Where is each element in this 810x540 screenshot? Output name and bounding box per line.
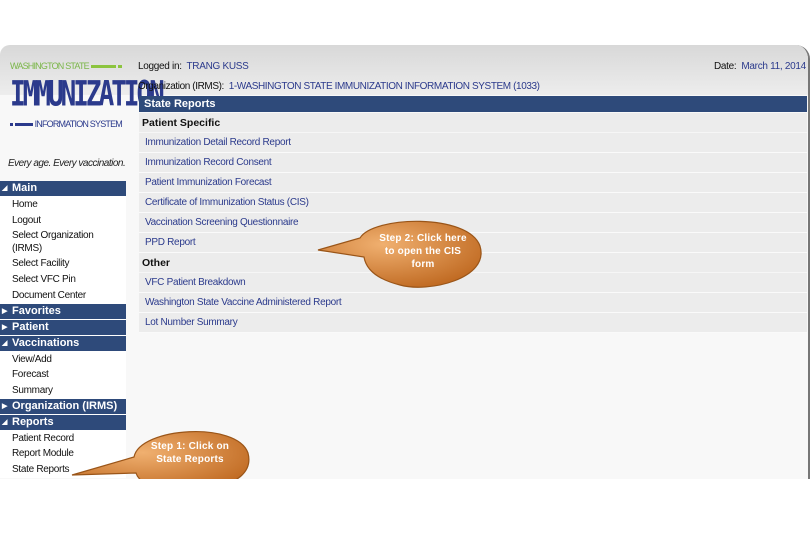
expanded-triangle-icon: ◢ — [2, 418, 8, 426]
sidebar-section-favorites[interactable]: ▶ Favorites — [0, 303, 126, 319]
collapsed-triangle-icon: ▶ — [2, 323, 8, 331]
tagline: Every age. Every vaccination. — [8, 158, 126, 169]
date-label: Date: — [714, 61, 737, 72]
expanded-triangle-icon: ◢ — [2, 339, 8, 347]
page-title: State Reports — [139, 96, 807, 112]
sidebar-item-select-vfc-pin[interactable]: Select VFC Pin — [0, 272, 126, 288]
step2-callout: Step 2: Click here to open the CIS form — [317, 220, 488, 291]
date-value: March 11, 2014 — [741, 61, 806, 72]
logged-in-info: Logged in: TRANG KUSS — [138, 61, 249, 72]
report-link-immunization-record-consent[interactable]: Immunization Record Consent — [139, 153, 807, 173]
sidebar-item-view-add[interactable]: View/Add — [0, 352, 126, 368]
sidebar-section-vaccinations[interactable]: ◢ Vaccinations — [0, 335, 126, 351]
sidebar-item-forecast[interactable]: Forecast — [0, 367, 126, 383]
sidebar-section-main[interactable]: ◢ Main — [0, 181, 126, 196]
report-link-certificate-of-immunization-status-cis[interactable]: Certificate of Immunization Status (CIS) — [139, 193, 807, 213]
sidebar-section-organization-irms[interactable]: ▶ Organization (IRMS) — [0, 398, 126, 414]
collapsed-triangle-icon: ▶ — [2, 307, 8, 315]
sidebar-item-summary[interactable]: Summary — [0, 383, 126, 399]
report-group-heading: Patient Specific — [139, 113, 807, 133]
sidebar-item-home[interactable]: Home — [0, 197, 126, 213]
report-link-immunization-detail-record-report[interactable]: Immunization Detail Record Report — [139, 133, 807, 153]
report-link-washington-state-vaccine-administered-report[interactable]: Washington State Vaccine Administered Re… — [139, 293, 807, 313]
sidebar-section-label: Vaccinations — [12, 336, 80, 349]
organization-info: Organization (IRMS): 1-WASHINGTON STATE … — [138, 81, 540, 92]
logo-top-text: WASHINGTON STATE — [10, 61, 90, 71]
sidebar-item-document-center[interactable]: Document Center — [0, 288, 126, 304]
step2-text: Step 2: Click here to open the CIS form — [379, 233, 467, 270]
logged-in-label: Logged in: — [138, 61, 182, 72]
sidebar-section-reports[interactable]: ◢ Reports — [0, 414, 126, 430]
sidebar-section-label: Reports — [12, 415, 54, 428]
sidebar-section-label: Main — [12, 182, 38, 194]
report-link-patient-immunization-forecast[interactable]: Patient Immunization Forecast — [139, 173, 807, 193]
logo-main-text: IMMUNIZATION — [10, 74, 165, 115]
sidebar-section-label: Patient — [12, 320, 49, 333]
sidebar-item-select-facility[interactable]: Select Facility — [0, 256, 126, 272]
sidebar-item-logout[interactable]: Logout — [0, 213, 126, 229]
logged-in-user: TRANG KUSS — [186, 61, 249, 72]
expanded-triangle-icon: ◢ — [2, 185, 8, 192]
wa-iis-logo: WASHINGTON STATE IMMUNIZATION INFORMATIO… — [10, 61, 165, 161]
date-info: Date: March 11, 2014 — [714, 61, 806, 72]
step1-text: Step 1: Click on State Reports — [150, 441, 230, 465]
sidebar-section-patient[interactable]: ▶ Patient — [0, 319, 126, 335]
step1-callout: Step 1: Click on State Reports — [71, 431, 252, 479]
sidebar-section-label: Favorites — [12, 304, 61, 317]
org-label: Organization (IRMS): — [138, 81, 224, 92]
org-value: 1-WASHINGTON STATE IMMUNIZATION INFORMAT… — [228, 81, 540, 92]
logo-bottom-text: INFORMATION SYSTEM — [34, 119, 123, 129]
sidebar-item-select-organization-irms[interactable]: Select Organization (IRMS) — [0, 228, 110, 256]
sidebar: WASHINGTON STATE IMMUNIZATION INFORMATIO… — [0, 45, 165, 479]
collapsed-triangle-icon: ▶ — [2, 402, 8, 410]
report-link-lot-number-summary[interactable]: Lot Number Summary — [139, 313, 807, 333]
sidebar-section-label: Organization (IRMS) — [12, 399, 118, 412]
app-window: WASHINGTON STATE IMMUNIZATION INFORMATIO… — [0, 45, 810, 479]
